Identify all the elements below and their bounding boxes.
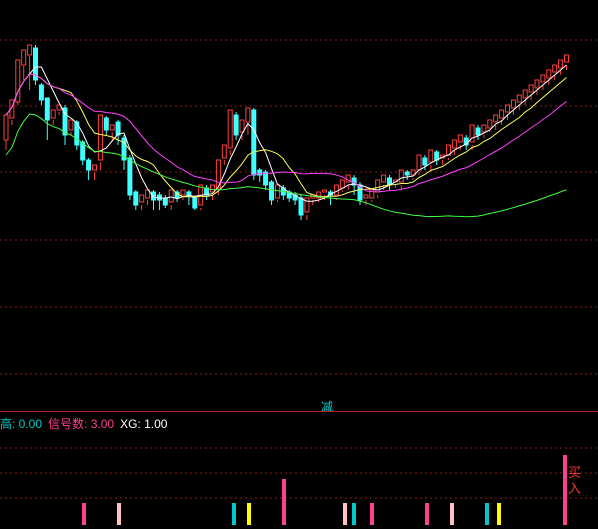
candle-30 xyxy=(180,189,186,196)
candle-64 xyxy=(381,174,387,183)
signal-bar-8 xyxy=(425,503,429,525)
candle-0 xyxy=(3,114,9,141)
candle-6 xyxy=(38,84,44,101)
candle-57 xyxy=(339,179,345,189)
signal-bar-5 xyxy=(343,503,347,525)
candle-68 xyxy=(404,171,410,176)
signal-bar-7 xyxy=(370,503,374,525)
candle-15 xyxy=(92,164,97,171)
indicator-panel[interactable] xyxy=(0,413,598,529)
main-price-chart[interactable]: 减 xyxy=(0,0,598,414)
candle-43 xyxy=(257,169,263,176)
candle-44 xyxy=(263,171,269,186)
ma-mid-line xyxy=(5,73,567,198)
candle-95 xyxy=(564,54,569,63)
candle-42 xyxy=(251,109,257,176)
candle-32 xyxy=(192,197,198,209)
candle-19 xyxy=(115,121,121,136)
candle-72 xyxy=(428,149,434,163)
panel-divider xyxy=(0,411,598,412)
signal-bar-6 xyxy=(352,503,356,525)
candle-3 xyxy=(21,49,27,66)
signal-bar-12 xyxy=(563,455,567,525)
candle-25 xyxy=(151,191,156,201)
candle-91 xyxy=(540,74,546,83)
candle-45 xyxy=(269,181,274,201)
candle-80 xyxy=(475,127,481,136)
candle-81 xyxy=(481,124,487,133)
ma-short-line xyxy=(5,64,567,202)
candle-23 xyxy=(139,194,145,203)
candle-76 xyxy=(451,139,457,149)
candle-54 xyxy=(322,189,328,193)
candle-22 xyxy=(133,191,139,206)
candle-21 xyxy=(127,157,133,196)
candle-82 xyxy=(487,119,493,129)
signal-bar-0 xyxy=(82,503,86,525)
signal-bar-1 xyxy=(117,503,121,525)
candle-56 xyxy=(333,184,339,196)
signal-bar-9 xyxy=(450,503,454,525)
candle-28 xyxy=(168,189,174,203)
candle-38 xyxy=(227,109,233,149)
candle-71 xyxy=(422,157,428,166)
signal-chart[interactable] xyxy=(0,413,598,529)
candle-61 xyxy=(363,194,369,199)
signal-bar-2 xyxy=(232,503,236,525)
candle-39 xyxy=(233,114,239,136)
candle-4 xyxy=(27,44,33,56)
buy-label-2: 入 xyxy=(568,481,582,496)
candle-50 xyxy=(298,197,304,216)
candle-40 xyxy=(239,119,245,133)
candle-93 xyxy=(552,64,558,73)
candle-92 xyxy=(546,69,552,79)
candle-17 xyxy=(103,117,109,131)
signal-bar-10 xyxy=(485,503,489,525)
candle-46 xyxy=(274,184,280,199)
candle-70 xyxy=(416,154,422,171)
candle-18 xyxy=(109,124,115,131)
ma-long-line xyxy=(5,73,567,193)
candle-84 xyxy=(499,109,505,119)
candle-27 xyxy=(162,197,168,206)
candle-87 xyxy=(516,94,522,103)
candle-94 xyxy=(558,59,564,69)
signal-bar-11 xyxy=(497,503,501,525)
candle-89 xyxy=(528,84,534,93)
signal-bar-4 xyxy=(282,479,286,525)
candle-83 xyxy=(493,114,499,123)
candlestick-chart[interactable] xyxy=(0,0,598,412)
candle-14 xyxy=(86,159,92,171)
candle-90 xyxy=(534,79,540,89)
candle-7 xyxy=(44,97,50,121)
signal-bar-3 xyxy=(247,503,251,525)
candle-16 xyxy=(97,114,103,161)
candle-37 xyxy=(221,144,227,159)
candle-88 xyxy=(522,89,528,99)
candle-77 xyxy=(457,134,463,143)
candle-31 xyxy=(186,191,192,196)
candle-11 xyxy=(68,119,74,131)
candle-35 xyxy=(210,184,215,193)
candle-8 xyxy=(50,109,56,119)
candle-86 xyxy=(510,99,516,109)
candle-41 xyxy=(245,107,251,123)
